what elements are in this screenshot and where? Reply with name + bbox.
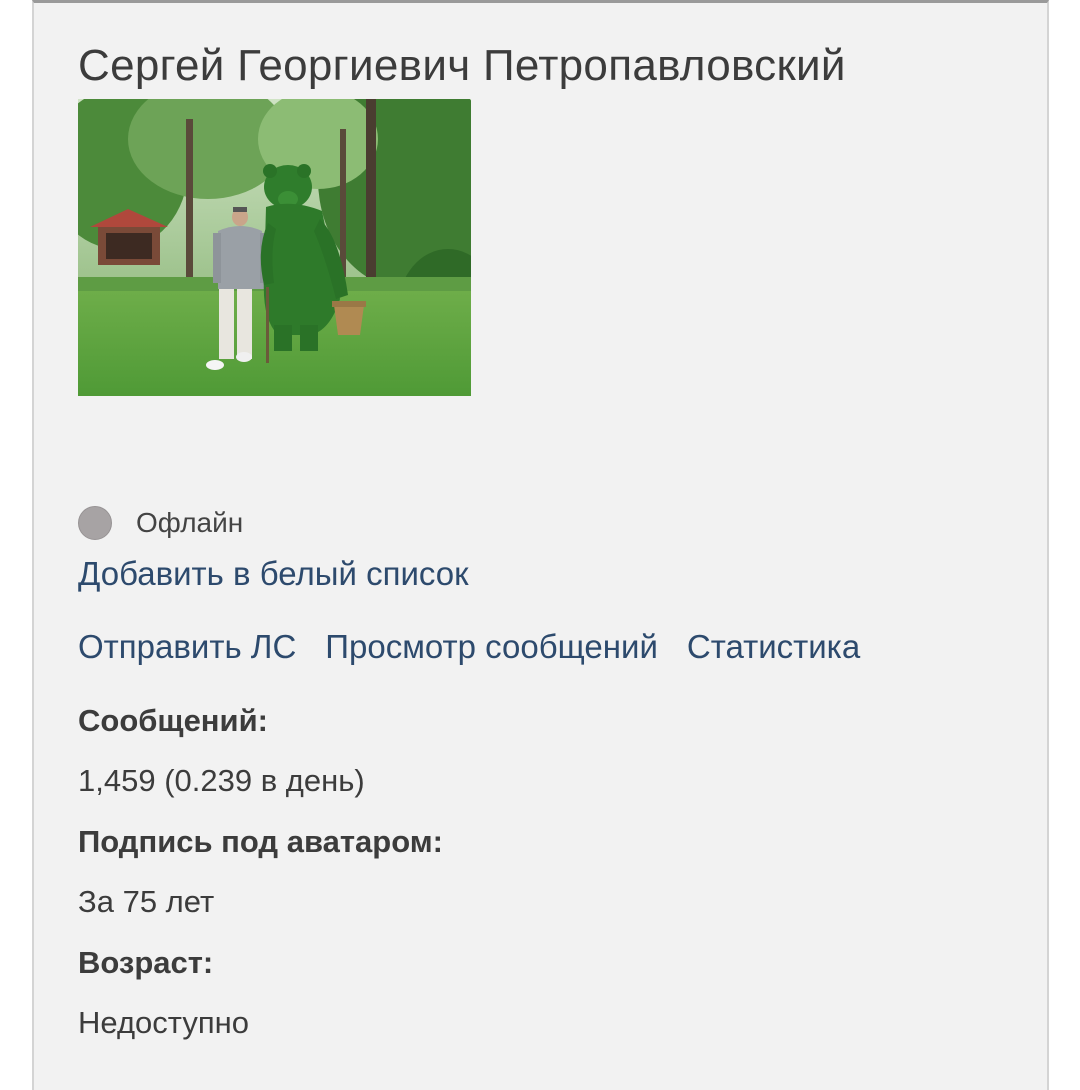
age-label: Возраст: — [78, 945, 214, 980]
status-row: Офлайн — [78, 505, 243, 541]
profile-name: Сергей Георгиевич Петропавловский — [78, 41, 846, 90]
statistics-link[interactable]: Статистика — [687, 628, 860, 666]
send-pm-link[interactable]: Отправить ЛС — [78, 628, 296, 666]
posts-label: Сообщений: — [78, 703, 268, 738]
signature-label: Подпись под аватаром: — [78, 824, 443, 859]
profile-card: Сергей Георгиевич Петропавловский Офлайн… — [32, 0, 1049, 1090]
signature-value: За 75 лет — [78, 884, 215, 919]
view-posts-link[interactable]: Просмотр сообщений — [325, 628, 658, 666]
status-text: Офлайн — [136, 507, 244, 538]
posts-value: 1,459 (0.239 в день) — [78, 763, 365, 798]
offline-status-icon — [78, 506, 112, 540]
add-to-whitelist-link[interactable]: Добавить в белый список — [78, 555, 469, 593]
profile-actions: Отправить ЛС Просмотр сообщений Статисти… — [78, 628, 860, 666]
avatar — [78, 99, 471, 396]
age-value: Недоступно — [78, 1005, 249, 1040]
